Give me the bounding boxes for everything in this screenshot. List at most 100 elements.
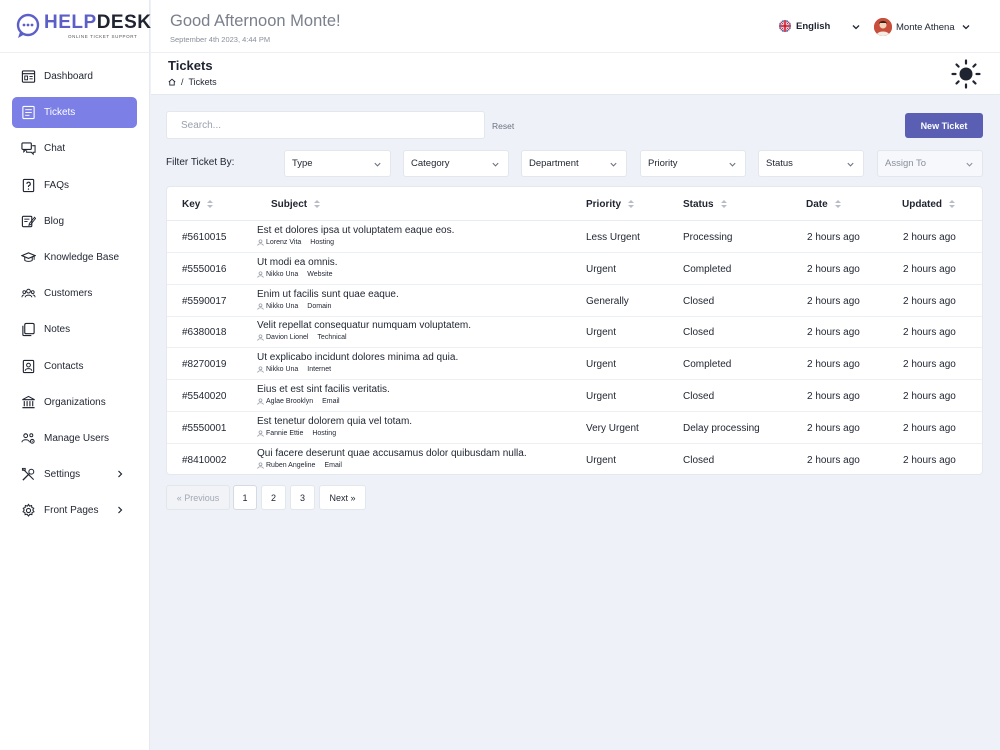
sidebar-item-front-pages[interactable]: Front Pages [12,495,137,526]
greeting: Good Afternoon Monte! [170,12,341,30]
ticket-updated: 2 hours ago [903,454,956,466]
tickets-table: Key Subject Priority Status Date Updated… [166,186,983,475]
chevron-right-icon [118,506,123,514]
ticket-subject[interactable]: Ut explicabo incidunt dolores minima ad … [257,352,458,363]
table-row[interactable]: #5590017 Enim ut facilis sunt quae eaque.… [167,285,982,317]
sidebar-item-customers[interactable]: Customers [12,278,137,309]
user-icon [257,239,264,246]
sidebar-item-dashboard[interactable]: Dashboard [12,61,137,92]
column-header-date[interactable]: Date [806,198,842,210]
chevron-down-icon [729,162,736,167]
pagination-page-1[interactable]: 1 [233,485,257,510]
column-header-updated[interactable]: Updated [902,198,956,210]
user-icon [257,366,264,373]
sidebar-item-settings[interactable]: Settings [12,459,137,490]
ticket-key[interactable]: #5610015 [182,232,227,243]
language-selector[interactable]: English [779,20,830,32]
column-header-priority[interactable]: Priority [586,198,635,210]
table-row[interactable]: #8270019 Ut explicabo incidunt dolores mi… [167,348,982,381]
chevron-down-icon[interactable] [851,22,861,32]
page-title: Tickets [168,58,213,73]
ticket-category: Technical [317,334,347,342]
sidebar-item-notes[interactable]: Notes [12,314,137,345]
sidebar-item-label: Contacts [44,360,84,372]
user-icon [257,462,264,469]
sidebar-item-label: Chat [44,143,66,155]
ticket-subject[interactable]: Velit repellat consequatur numquam volup… [257,320,471,331]
sidebar-item-knowledge-base[interactable]: Knowledge Base [12,242,137,273]
graduation-cap-icon [21,250,36,265]
filter-category-select[interactable]: Category [403,150,509,177]
topbar: Good Afternoon Monte! September 4th 2023… [151,0,1000,53]
sidebar-item-chat[interactable]: Chat [12,133,137,164]
pagination-page-3[interactable]: 3 [290,485,315,510]
home-icon[interactable] [168,78,176,86]
current-datetime: September 4th 2023, 4:44 PM [170,35,271,44]
filter-department-value: Department [529,158,579,169]
table-row[interactable]: #5550001 Est tenetur dolorem quia vel tot… [167,412,982,444]
faq-icon [21,178,36,193]
sun-icon[interactable] [951,59,981,89]
ticket-key[interactable]: #5550001 [182,423,227,434]
filter-assign-to-select[interactable]: Assign To [877,150,983,177]
ticket-meta: Fannie Ettie Hosting [257,430,336,437]
ticket-priority: Urgent [586,263,617,275]
table-row[interactable]: #6380018 Velit repellat consequatur numqu… [167,316,982,349]
sidebar-item-faqs[interactable]: FAQs [12,170,137,201]
sidebar-item-contacts[interactable]: Contacts [12,351,137,382]
ticket-status: Closed [683,391,715,402]
ticket-subject[interactable]: Ut modi ea omnis. [257,257,338,268]
ticket-key[interactable]: #8270019 [182,359,227,370]
pagination-page-2[interactable]: 2 [261,485,286,510]
filter-type-select[interactable]: Type [284,150,391,177]
column-header-subject[interactable]: Subject [271,198,321,210]
ticket-updated: 2 hours ago [903,422,956,434]
sort-icon [834,200,841,208]
new-ticket-button[interactable]: New Ticket [905,113,983,138]
ticket-priority: Urgent [586,454,617,466]
ticket-updated: 2 hours ago [903,232,956,243]
pagination-previous[interactable]: « Previous [166,485,230,510]
table-row[interactable]: #5550016 Ut modi ea omnis. Nikko Una Websit… [167,253,982,285]
column-header-status[interactable]: Status [683,198,728,210]
sort-icon [314,200,321,208]
sidebar-nav: Dashboard Tickets Chat FAQs Blog Knowled… [0,53,149,526]
ticket-subject[interactable]: Est et dolores ipsa ut voluptatem eaque … [257,225,454,236]
logo[interactable]: HELPDESK ONLINE TICKET SUPPORT [0,0,152,53]
reset-button[interactable]: Reset [492,121,514,131]
ticket-subject[interactable]: Est tenetur dolorem quia vel totam. [257,416,412,427]
filter-status-select[interactable]: Status [758,150,864,177]
sidebar-item-organizations[interactable]: Organizations [12,387,137,418]
search-input[interactable] [166,111,485,139]
ticket-key[interactable]: #5540020 [182,391,227,402]
column-header-key[interactable]: Key [182,198,214,210]
ticket-status: Completed [683,359,732,371]
ticket-subject[interactable]: Qui facere deserunt quae accusamus dolor… [257,448,527,459]
sidebar-item-label: Organizations [44,396,106,408]
brand-name: HELPDESK [44,12,152,33]
chevron-down-icon [610,162,617,167]
notes-icon [21,322,36,337]
table-row[interactable]: #5610015 Est et dolores ipsa ut voluptate… [167,221,982,253]
pagination-next[interactable]: Next » [319,485,366,510]
sidebar-item-manage-users[interactable]: Manage Users [12,423,137,454]
ticket-key[interactable]: #5590017 [182,296,227,307]
ticket-user: Davion Lionel [266,334,309,342]
filter-department-select[interactable]: Department [521,150,627,177]
sidebar-item-blog[interactable]: Blog [12,206,137,237]
user-menu[interactable]: Monte Athena [874,18,971,36]
table-row[interactable]: #8410002 Qui facere deserunt quae accusam… [167,444,982,476]
ticket-key[interactable]: #5550016 [182,264,227,275]
ticket-key[interactable]: #6380018 [182,327,227,338]
ticket-date: 2 hours ago [807,327,860,339]
sidebar-item-label: Blog [44,215,65,227]
ticket-subject[interactable]: Eius et est sint facilis veritatis. [257,384,390,395]
ticket-subject[interactable]: Enim ut facilis sunt quae eaque. [257,289,399,300]
sort-icon [949,200,955,208]
sidebar-item-tickets[interactable]: Tickets [12,97,137,129]
ticket-user: Fannie Ettie [266,429,304,437]
table-row[interactable]: #5540020 Eius et est sint facilis veritat… [167,380,982,412]
filter-priority-select[interactable]: Priority [640,150,746,177]
user-icon [257,334,264,342]
ticket-key[interactable]: #8410002 [182,455,227,466]
